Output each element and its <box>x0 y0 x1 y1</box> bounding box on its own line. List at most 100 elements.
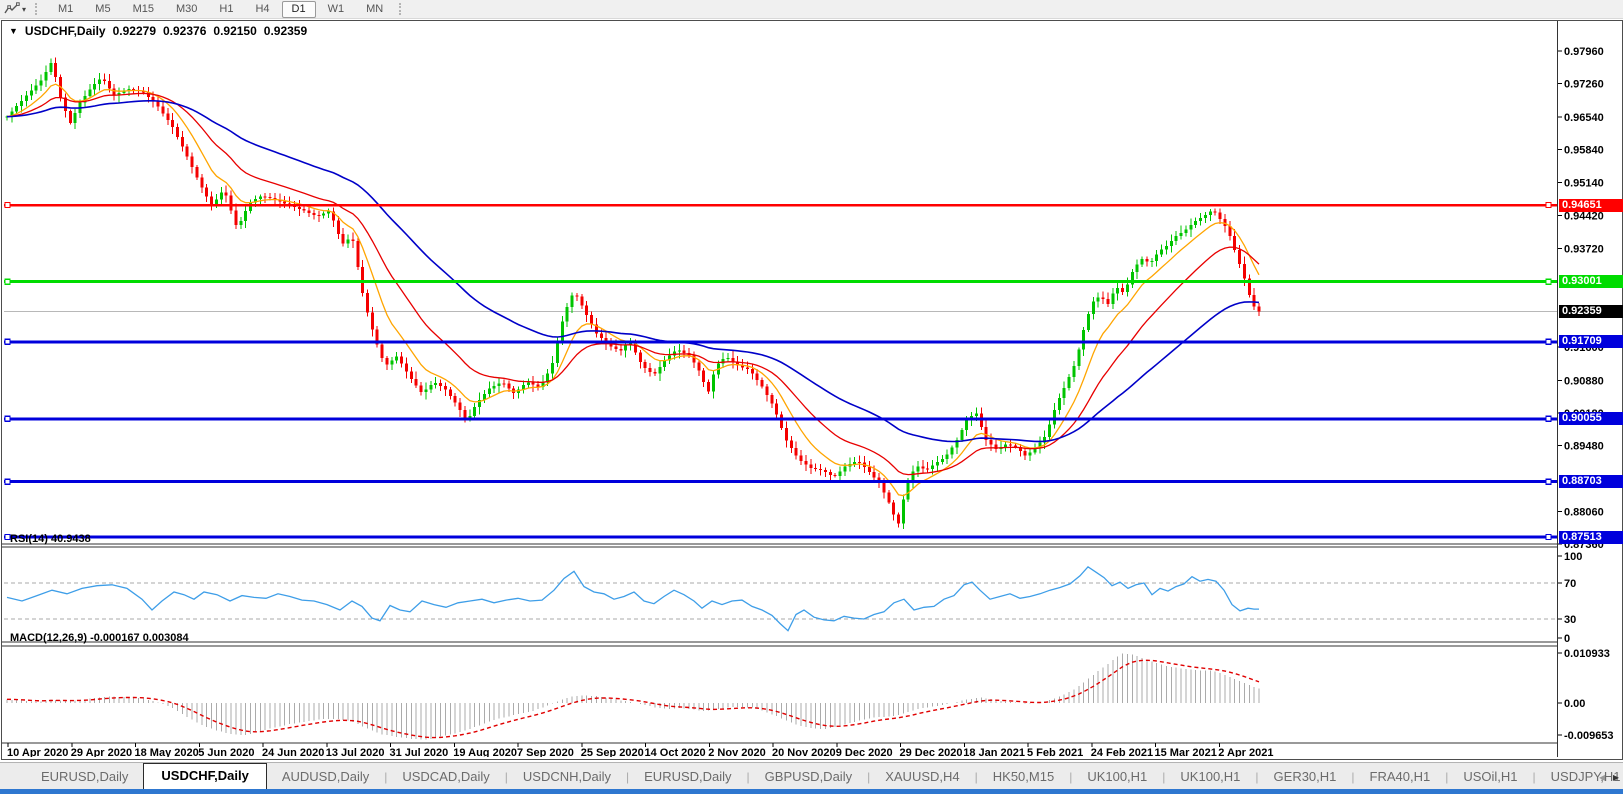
rsi-line <box>7 567 1259 631</box>
date-tick-label: 20 Nov 2020 <box>772 747 836 757</box>
chart-tab-XAUUSDH4[interactable]: XAUUSD,H4 <box>870 765 974 789</box>
rsi-name: RSI(14) <box>10 533 48 545</box>
horizontal-line[interactable] <box>4 535 1557 540</box>
rsi-tick-label: 0 <box>1564 633 1570 645</box>
line-handle[interactable] <box>1546 479 1551 484</box>
price-tick-label: 0.94420 <box>1564 211 1604 223</box>
moving-average-fast <box>7 84 1259 496</box>
chart-tab-GER30H1[interactable]: GER30,H1 <box>1259 765 1352 789</box>
date-tick-label: 19 Aug 2020 <box>453 747 517 757</box>
timeframe-toolbar: ▾ M1M5M15M30H1H4D1W1MN <box>0 0 1623 19</box>
price-tick-label: 0.97260 <box>1564 79 1604 91</box>
line-handle[interactable] <box>1546 279 1551 284</box>
line-handle[interactable] <box>5 279 10 284</box>
date-tick-label: 24 Feb 2021 <box>1091 747 1153 757</box>
chart-tab-USDCHFDaily[interactable]: USDCHF,Daily <box>143 763 266 789</box>
chart-tab-EURUSDDaily[interactable]: EURUSD,Daily <box>26 765 143 789</box>
tab-scroll-left-icon[interactable]: ◂ <box>1599 770 1605 784</box>
timeframe-button-M5[interactable]: M5 <box>85 1 120 18</box>
date-tick-label: 24 Jun 2020 <box>262 747 324 757</box>
date-tick-label: 9 Dec 2020 <box>836 747 893 757</box>
line-handle[interactable] <box>1546 416 1551 421</box>
chart-tab-GBPUSDDaily[interactable]: GBPUSD,Daily <box>750 765 867 789</box>
price-tick-label: 0.89480 <box>1564 441 1604 453</box>
timeframe-button-M15[interactable]: M15 <box>123 1 164 18</box>
price-tick-label: 0.95840 <box>1564 145 1604 157</box>
chart-plot[interactable]: 0.97960 0.97260 0.96540 0.95840 0.95140 0.944… <box>2 21 1620 757</box>
toolbar-grip[interactable] <box>35 3 42 15</box>
macd-name: MACD(12,26,9) <box>10 632 87 644</box>
date-axis[interactable]: 10 Apr 202029 Apr 202018 May 20205 Jun 2… <box>7 743 1274 757</box>
chart-tab-UK100H1[interactable]: UK100,H1 <box>1072 765 1162 789</box>
chart-tab-USOilH1[interactable]: USOil,H1 <box>1448 765 1532 789</box>
quote-open: 0.92279 <box>113 24 156 38</box>
mt4-terminal: ▾ M1M5M15M30H1H4D1W1MN 0.979600.972600.9… <box>0 0 1623 794</box>
chart-tab-UK100H1[interactable]: UK100,H1 <box>1165 765 1255 789</box>
timeframe-button-H1[interactable]: H1 <box>209 1 243 18</box>
line-handle[interactable] <box>5 416 10 421</box>
horizontal-line[interactable] <box>4 479 1557 484</box>
price-line-badge: 0.94651 <box>1559 199 1623 212</box>
line-handle[interactable] <box>5 339 10 344</box>
timeframe-button-H4[interactable]: H4 <box>245 1 279 18</box>
timeframe-buttons: M1M5M15M30H1H4D1W1MN <box>47 1 394 18</box>
rsi-tick-label: 30 <box>1564 614 1576 626</box>
macd-tick-label: 0.010933 <box>1564 648 1610 660</box>
line-handle[interactable] <box>1546 339 1551 344</box>
timeframe-button-MN[interactable]: MN <box>356 1 393 18</box>
price-tick-label: 0.96540 <box>1564 112 1604 124</box>
quote-low: 0.92150 <box>213 24 256 38</box>
macd-tick-label: 0.00 <box>1564 698 1585 710</box>
timeframe-button-M1[interactable]: M1 <box>48 1 83 18</box>
window-bottom-edge <box>0 789 1623 794</box>
macd-signal-line <box>7 660 1259 737</box>
date-tick-label: 10 Apr 2020 <box>7 747 68 757</box>
price-tick-label: 0.90880 <box>1564 375 1604 387</box>
tab-scroll-right-icon[interactable]: ▸ <box>1613 770 1619 784</box>
price-line-badge: 0.88703 <box>1559 475 1623 488</box>
rsi-value: 40.9438 <box>51 533 91 545</box>
candles-layer <box>6 57 1261 529</box>
rsi-tick-label: 70 <box>1564 578 1576 590</box>
chart-tab-AUDUSDDaily[interactable]: AUDUSD,Daily <box>267 765 384 789</box>
line-handle[interactable] <box>5 203 10 208</box>
toolbar-grip-2[interactable] <box>399 3 406 15</box>
chart-tab-USDCADDaily[interactable]: USDCAD,Daily <box>387 765 504 789</box>
date-tick-label: 13 Jul 2020 <box>326 747 385 757</box>
timeframe-button-M30[interactable]: M30 <box>166 1 207 18</box>
date-tick-label: 5 Feb 2021 <box>1027 747 1083 757</box>
chart-tab-FRA40H1[interactable]: FRA40,H1 <box>1355 765 1446 789</box>
moving-average-slow <box>7 101 1259 442</box>
macd-label: MACD(12,26,9) -0.000167 0.003084 <box>10 632 189 644</box>
chart-tab-HK50M15[interactable]: HK50,M15 <box>978 765 1069 789</box>
date-tick-label: 2 Apr 2021 <box>1218 747 1273 757</box>
collapse-triangle-icon[interactable]: ▼ <box>9 26 18 36</box>
price-tick-label: 0.95140 <box>1564 177 1604 189</box>
chart-line-tool-icon <box>4 2 20 16</box>
macd-values: -0.000167 0.003084 <box>90 632 188 644</box>
horizontal-line[interactable] <box>4 279 1557 284</box>
tab-scroll-arrows: ◂▸ <box>1599 770 1619 784</box>
chart-tabs-bar: EURUSD,DailyUSDCHF,DailyAUDUSD,Daily|USD… <box>0 762 1623 789</box>
macd-tick-label: -0.009653 <box>1564 730 1614 742</box>
line-handle[interactable] <box>1546 535 1551 540</box>
line-handle[interactable] <box>5 479 10 484</box>
timeframe-button-D1[interactable]: D1 <box>282 1 316 18</box>
price-line-badge: 0.93001 <box>1559 275 1623 288</box>
price-tick-label: 0.97960 <box>1564 46 1604 58</box>
timeframe-button-W1[interactable]: W1 <box>318 1 355 18</box>
chart-symbol-label: USDCHF,Daily <box>25 24 106 38</box>
date-tick-label: 29 Apr 2020 <box>71 747 132 757</box>
price-tick-label: 0.93720 <box>1564 243 1604 255</box>
chart-tab-USDCNHDaily[interactable]: USDCNH,Daily <box>508 765 626 789</box>
horizontal-line[interactable] <box>4 203 1557 208</box>
current-price-badge: 0.92359 <box>1559 305 1623 318</box>
price-tick-label: 0.88060 <box>1564 507 1604 519</box>
horizontal-line[interactable] <box>4 339 1557 344</box>
quote-high: 0.92376 <box>163 24 206 38</box>
chart-tab-EURUSDDaily[interactable]: EURUSD,Daily <box>629 765 746 789</box>
date-tick-label: 5 Jun 2020 <box>198 747 254 757</box>
chart-line-tool-button[interactable]: ▾ <box>0 0 30 18</box>
date-tick-label: 15 Mar 2021 <box>1155 747 1217 757</box>
line-handle[interactable] <box>1546 203 1551 208</box>
